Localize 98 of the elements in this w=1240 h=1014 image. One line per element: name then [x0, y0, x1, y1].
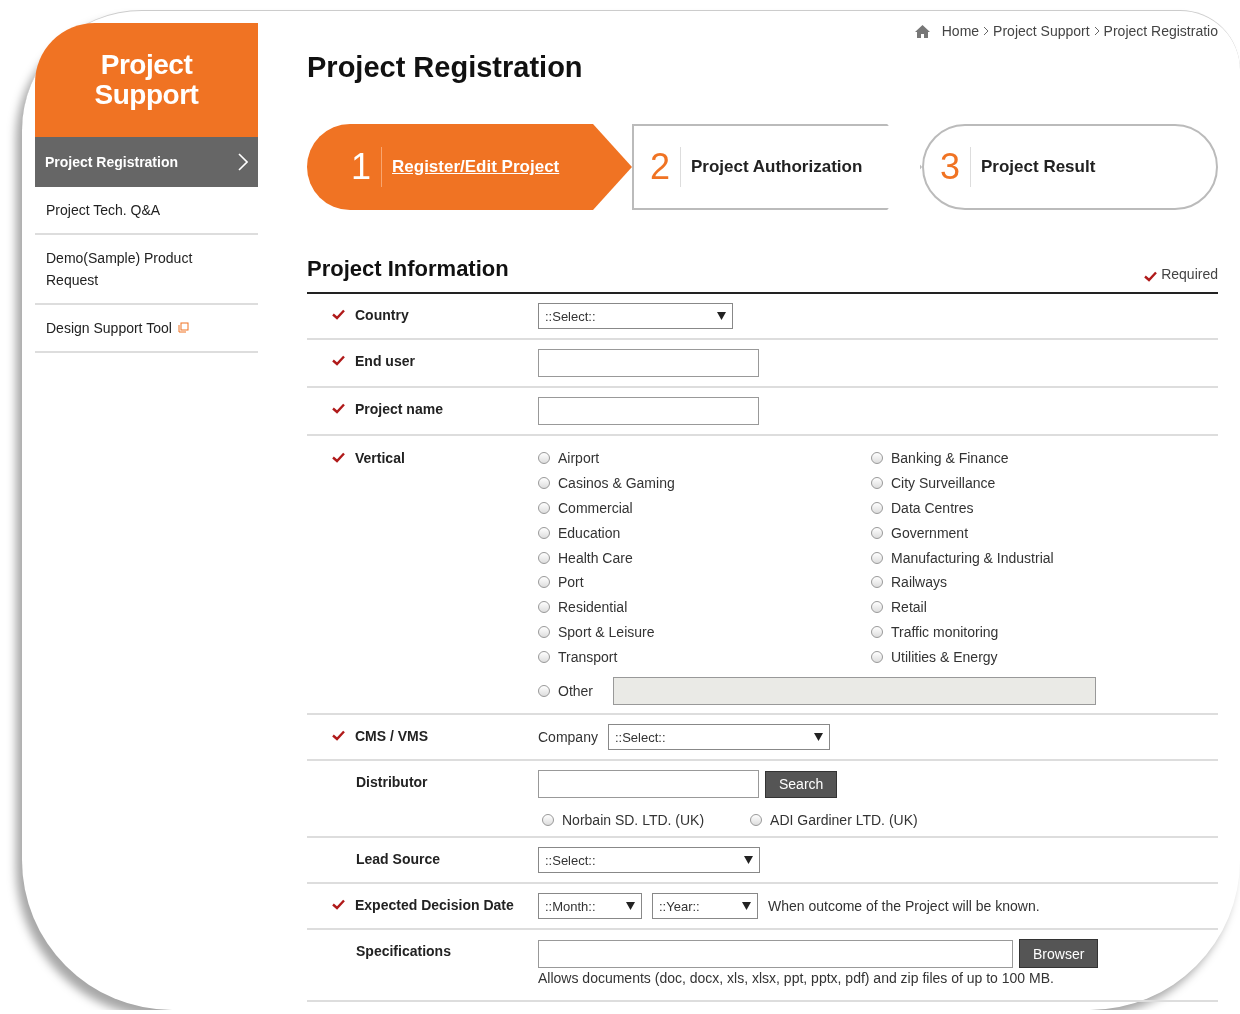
- radio-button[interactable]: [750, 814, 763, 827]
- radio-button[interactable]: [871, 551, 883, 564]
- chevron-right-icon: [238, 153, 248, 171]
- sidebar-item[interactable]: Design Support Tool: [35, 305, 258, 353]
- checkmark-icon: [332, 355, 345, 366]
- radio-button[interactable]: [538, 625, 550, 638]
- file-input[interactable]: [538, 939, 1013, 968]
- step-number: 1: [351, 147, 383, 187]
- text-input[interactable]: [538, 397, 759, 425]
- radio-option[interactable]: Government: [871, 520, 1218, 546]
- step-link[interactable]: Project Authorization: [691, 157, 863, 177]
- field-label: Project name: [355, 400, 443, 419]
- radio-button[interactable]: [538, 477, 550, 490]
- browse-button[interactable]: Browser: [1019, 939, 1099, 969]
- sidebar-item[interactable]: Project Tech. Q&A: [35, 187, 258, 235]
- radio-option[interactable]: Traffic monitoring: [871, 619, 1218, 645]
- field-label: Specifications: [356, 942, 451, 962]
- breadcrumb-link[interactable]: Home: [941, 23, 980, 39]
- select-dropdown[interactable]: ::Select::: [607, 724, 830, 751]
- radio-option[interactable]: Manufacturing & Industrial: [871, 545, 1218, 570]
- select-dropdown[interactable]: ::Select::: [538, 847, 760, 874]
- month-select[interactable]: ::Month::: [538, 893, 642, 920]
- sidebar-title: Project Support: [35, 23, 258, 137]
- caret-icon: [717, 312, 726, 320]
- chevron-right-icon: [1093, 26, 1100, 36]
- radio-option[interactable]: Utilities & Energy: [871, 644, 1218, 670]
- radio-button[interactable]: [871, 650, 883, 663]
- step-tab[interactable]: 3 Project Result: [922, 124, 1218, 210]
- checkmark-icon: [332, 452, 345, 463]
- checkmark-icon: [332, 403, 345, 414]
- radio-option[interactable]: Banking & Finance: [871, 446, 1218, 471]
- caret-icon: [744, 856, 753, 865]
- radio-button[interactable]: [871, 601, 883, 614]
- radio-button[interactable]: [871, 526, 883, 539]
- caret-icon: [813, 733, 823, 742]
- radio-option[interactable]: Residential: [538, 594, 871, 620]
- step-number: 2: [650, 147, 682, 187]
- radio-option[interactable]: Data Centres: [871, 495, 1218, 521]
- required-note: Required: [1144, 265, 1218, 282]
- radio-button[interactable]: [538, 601, 550, 614]
- radio-button[interactable]: [538, 502, 550, 514]
- section-title: Project Information: [307, 256, 509, 282]
- chevron-right-icon: [983, 26, 990, 36]
- checkmark-icon: [1144, 271, 1158, 282]
- step-link[interactable]: Project Result: [981, 157, 1096, 177]
- radio-button[interactable]: [871, 452, 883, 465]
- caret-icon: [626, 902, 635, 911]
- radio-button[interactable]: [871, 477, 883, 490]
- radio-option[interactable]: City Surveillance: [871, 470, 1218, 496]
- step-number: 3: [940, 147, 972, 187]
- radio-option[interactable]: Retail: [871, 594, 1218, 620]
- radio-button[interactable]: [871, 625, 883, 638]
- radio-option[interactable]: Sport & Leisure: [538, 619, 871, 645]
- external-link-icon: [177, 322, 189, 333]
- radio-button[interactable]: [871, 502, 883, 514]
- field-label: Expected Decision Date: [355, 896, 514, 916]
- home-icon: [914, 24, 930, 38]
- radio-button[interactable]: [538, 576, 550, 589]
- year-select[interactable]: ::Year::: [652, 893, 758, 920]
- field-label: Vertical: [355, 449, 405, 468]
- radio-button[interactable]: [871, 576, 883, 589]
- breadcrumb-link[interactable]: Project Registratio: [1103, 23, 1218, 39]
- distributor-input[interactable]: [538, 770, 759, 799]
- radio-option[interactable]: Norbain SD. LTD. (UK): [542, 812, 705, 829]
- field-label: Distributor: [356, 773, 428, 793]
- radio-option[interactable]: Education: [538, 520, 871, 546]
- hint-text: When outcome of the Project will be known.: [768, 898, 1040, 915]
- sidebar-item[interactable]: Project Registration: [35, 137, 258, 187]
- radio-button[interactable]: [538, 551, 550, 564]
- company-label: Company: [538, 729, 598, 746]
- field-label: End user: [355, 352, 415, 371]
- radio-option[interactable]: Port: [538, 570, 871, 595]
- checkmark-icon: [332, 730, 345, 742]
- radio-button[interactable]: [538, 650, 550, 663]
- breadcrumb-link[interactable]: Project Support: [993, 23, 1090, 39]
- radio-option[interactable]: Airport: [538, 446, 871, 471]
- field-label: Lead Source: [356, 850, 441, 870]
- select-dropdown[interactable]: ::Select::: [538, 303, 733, 329]
- radio-button[interactable]: [538, 526, 550, 539]
- field-label: Country: [355, 306, 409, 325]
- checkmark-icon: [332, 899, 345, 911]
- radio-option[interactable]: Health Care: [538, 545, 871, 570]
- text-input[interactable]: [538, 349, 759, 377]
- checkmark-icon: [332, 309, 345, 320]
- radio-option[interactable]: Transport: [538, 644, 871, 670]
- page-title: Project Registration: [307, 51, 584, 84]
- radio-option[interactable]: Railways: [871, 570, 1218, 595]
- radio-option[interactable]: ADI Gardiner LTD. (UK): [750, 812, 918, 829]
- step-tab[interactable]: 2 Project Authorization: [632, 124, 922, 210]
- radio-button[interactable]: [542, 814, 554, 827]
- radio-button[interactable]: [538, 452, 550, 465]
- field-label: CMS / VMS: [355, 727, 429, 747]
- radio-option[interactable]: Casinos & Gaming: [538, 470, 871, 496]
- hint-text: Allows documents (doc, docx, xls, xlsx, ppt, pptx, pdf) and zip files of up to 100 MB.: [538, 970, 1055, 987]
- caret-icon: [742, 902, 751, 911]
- radio-option[interactable]: Commercial: [538, 495, 871, 521]
- sidebar-item[interactable]: Demo(Sample) Product Request: [35, 235, 258, 305]
- search-button[interactable]: Search: [765, 770, 838, 798]
